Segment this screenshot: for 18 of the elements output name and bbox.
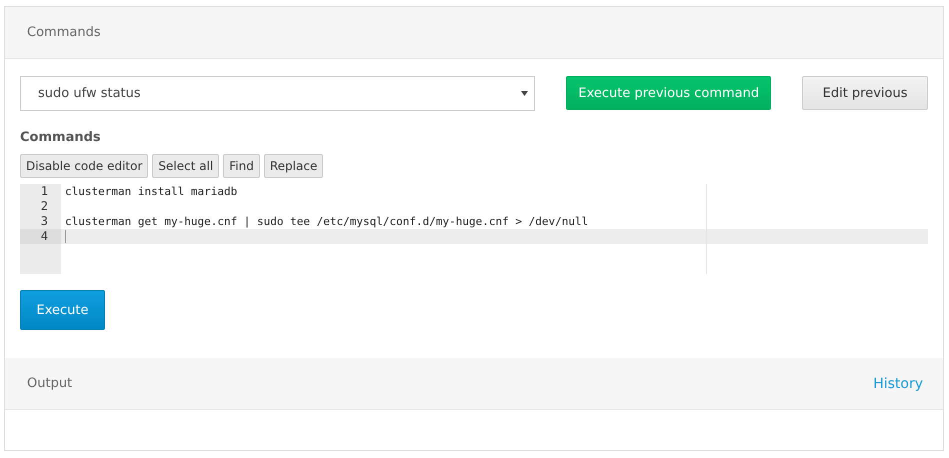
editor-label: Commands bbox=[20, 130, 102, 145]
code-text: clusterman get my-huge.cnf | sudo tee /etc/mysql/conf.d/my-huge.cnf > /dev/null bbox=[64, 214, 588, 229]
line-number: 4 bbox=[20, 229, 61, 244]
toolbar-button[interactable]: Replace bbox=[264, 154, 324, 178]
text-cursor bbox=[65, 230, 66, 243]
panel-title: Commands bbox=[27, 25, 101, 40]
toolbar-button[interactable]: Disable code editor bbox=[20, 154, 148, 178]
code-editor[interactable]: 1 clusterman install mariadb 2 3 clusterman get my-huge.cnf | sudo tee /etc/mysql/conf.d/my-huge.cnf > /dev/null 4 bbox=[20, 184, 928, 274]
panel-title: Output bbox=[27, 376, 72, 391]
command-select[interactable]: sudo ufw status bbox=[20, 76, 536, 111]
toolbar-button[interactable]: Select all bbox=[152, 154, 220, 178]
line-number: 1 bbox=[40, 184, 49, 199]
line-number: 2 bbox=[40, 199, 49, 214]
caret-icon bbox=[521, 91, 528, 96]
edit-previous-button[interactable]: Edit previous bbox=[802, 76, 928, 110]
code-text: clusterman install mariadb bbox=[64, 184, 238, 199]
line-number: 3 bbox=[40, 214, 49, 229]
toolbar-button[interactable]: Find bbox=[223, 154, 260, 178]
